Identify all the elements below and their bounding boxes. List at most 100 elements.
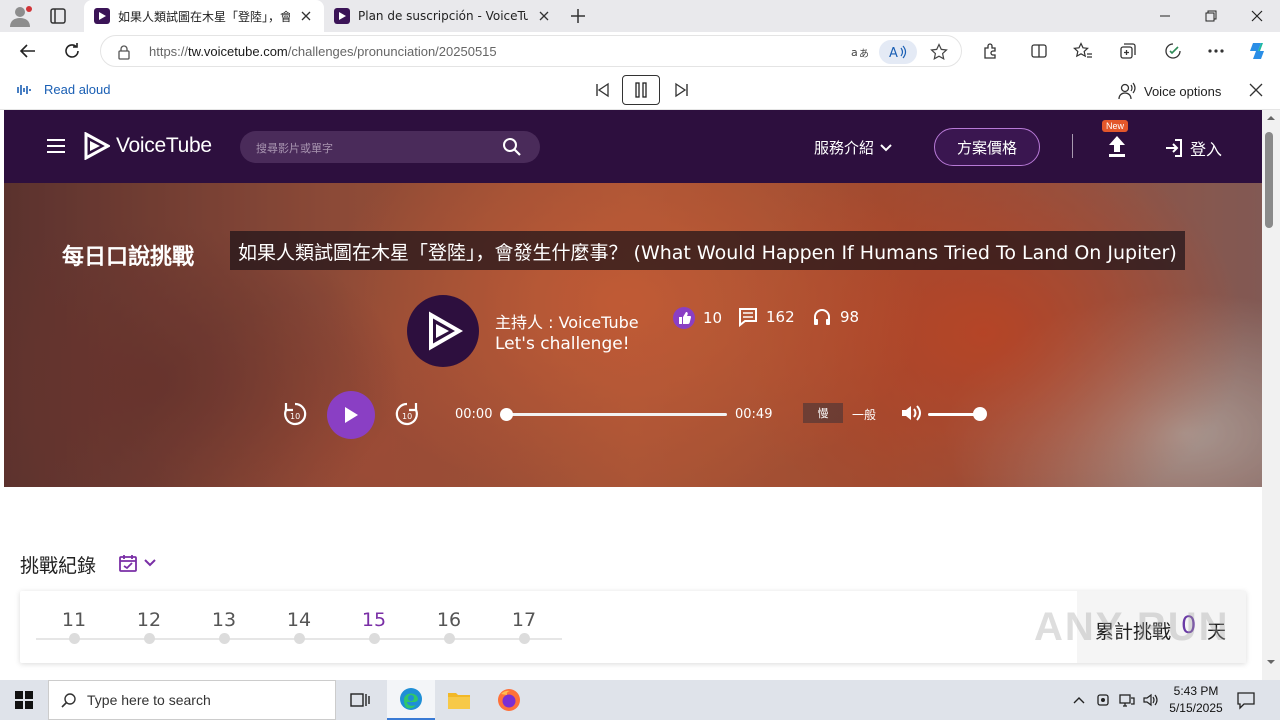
svg-text:10: 10 — [402, 412, 412, 421]
volume-icon[interactable] — [900, 402, 922, 424]
collections-icon[interactable] — [1113, 37, 1143, 65]
day-label[interactable]: 15 — [354, 609, 394, 631]
close-read-aloud-icon[interactable] — [1242, 76, 1270, 104]
minimize-icon[interactable] — [1142, 0, 1188, 32]
security-tray-icon[interactable] — [1094, 691, 1112, 709]
back-icon[interactable] — [13, 37, 43, 65]
upload-icon[interactable] — [1106, 134, 1128, 160]
new-tab-icon[interactable] — [568, 6, 590, 26]
play-icon — [345, 407, 358, 423]
network-icon[interactable] — [1118, 691, 1136, 709]
day-status-dot — [368, 633, 380, 644]
comment-count[interactable]: 162 — [738, 307, 795, 327]
restore-icon[interactable] — [1188, 0, 1234, 32]
next-paragraph-icon[interactable] — [668, 76, 696, 104]
day-status-dot — [218, 633, 230, 644]
svg-text:A: A — [889, 46, 898, 60]
speed-slow-button[interactable]: 慢 — [803, 403, 843, 423]
voicetube-logo[interactable]: VoiceTube — [84, 132, 212, 160]
chevron-down-icon — [144, 559, 156, 567]
more-options-icon[interactable] — [1201, 37, 1231, 65]
taskbar-search-input[interactable]: Type here to search — [48, 680, 336, 720]
play-button[interactable] — [327, 391, 375, 439]
browser-essentials-icon[interactable] — [1158, 37, 1188, 65]
progress-slider[interactable] — [500, 408, 727, 421]
host-name: 主持人 : VoiceTube — [495, 313, 639, 332]
listen-count-value: 98 — [840, 308, 860, 326]
translate-icon[interactable]: aあ — [847, 40, 871, 64]
menu-icon[interactable] — [46, 138, 66, 154]
page-scrollbar[interactable] — [1262, 110, 1280, 680]
previous-paragraph-icon[interactable] — [588, 76, 616, 104]
close-window-icon[interactable] — [1234, 0, 1280, 32]
windows-start-icon[interactable] — [0, 680, 48, 720]
search-placeholder: 搜尋影片或單字 — [256, 142, 333, 155]
day-label[interactable]: 14 — [279, 609, 319, 631]
services-menu[interactable]: 服務介紹 — [814, 137, 892, 158]
clock-date: 5/15/2025 — [1169, 701, 1223, 715]
day-label[interactable]: 11 — [54, 609, 94, 631]
voicetube-favicon — [94, 8, 110, 24]
svg-text:あ: あ — [859, 48, 868, 60]
favorite-star-icon[interactable] — [927, 40, 951, 64]
services-label: 服務介紹 — [814, 139, 875, 157]
like-count[interactable]: 10 — [673, 307, 722, 329]
plan-pricing-button[interactable]: 方案價格 — [934, 128, 1040, 166]
site-search-input[interactable]: 搜尋影片或單字 — [240, 131, 540, 163]
login-button[interactable]: 登入 — [1164, 136, 1222, 160]
system-clock[interactable]: 5:43 PM 5/15/2025 — [1162, 683, 1230, 717]
progress-handle[interactable] — [500, 408, 513, 421]
headphones-icon — [814, 309, 830, 325]
read-aloud-indicator: Read aloud — [16, 82, 111, 97]
tab-actions-icon[interactable] — [48, 6, 70, 26]
file-explorer-icon[interactable] — [435, 680, 483, 720]
day-label[interactable]: 13 — [204, 609, 244, 631]
site-header: VoiceTube 搜尋影片或單字 服務介紹 方案價格 New 登入 — [4, 110, 1262, 183]
read-aloud-icon[interactable]: A — [879, 40, 917, 64]
duration: 00:49 — [735, 407, 773, 422]
lock-icon[interactable] — [117, 44, 131, 60]
voicetube-favicon — [334, 8, 350, 24]
tab-plan-subscription[interactable]: Plan de suscripción - VoiceTube / — [324, 0, 562, 32]
search-icon[interactable] — [502, 137, 522, 157]
url-text[interactable]: https://tw.voicetube.com/challenges/pron… — [149, 44, 497, 59]
extensions-icon[interactable] — [976, 37, 1006, 65]
close-tab-icon[interactable] — [298, 8, 314, 24]
day-status-dot — [443, 633, 455, 644]
calendar-dropdown[interactable] — [118, 553, 156, 573]
day-label[interactable]: 16 — [429, 609, 469, 631]
refresh-icon[interactable] — [57, 37, 87, 65]
scrollbar-thumb[interactable] — [1265, 132, 1273, 228]
tab-voicetube-challenge[interactable]: 如果人類試圖在木星「登陸」，會發生什麼事？ — [84, 0, 324, 32]
day-status-dot — [68, 633, 80, 644]
day-label[interactable]: 17 — [504, 609, 544, 631]
listen-count: 98 — [812, 307, 859, 327]
url-path: /challenges/pronunciation/20250515 — [287, 44, 497, 59]
calendar-check-icon — [119, 555, 137, 572]
profile-icon[interactable] — [8, 4, 34, 28]
firefox-icon[interactable] — [485, 680, 533, 720]
search-icon — [61, 693, 76, 708]
forward-10-icon[interactable]: 10 — [393, 400, 421, 428]
browser-tab-strip: 如果人類試圖在木星「登陸」，會發生什麼事？ Plan de suscripció… — [0, 0, 1280, 32]
scroll-down-icon[interactable] — [1262, 656, 1280, 668]
task-view-icon[interactable] — [336, 680, 384, 720]
rewind-10-icon[interactable]: 10 — [281, 400, 309, 428]
pause-button[interactable] — [622, 75, 660, 105]
volume-tray-icon[interactable] — [1142, 691, 1160, 709]
notification-dot — [26, 6, 32, 12]
like-count-value: 10 — [703, 309, 723, 327]
notifications-icon[interactable] — [1236, 690, 1258, 710]
voice-options-button[interactable]: Voice options — [1118, 82, 1221, 100]
volume-handle[interactable] — [973, 407, 987, 421]
edge-taskbar-icon[interactable] — [387, 680, 435, 720]
copilot-icon[interactable] — [1243, 37, 1273, 65]
address-bar[interactable]: https://tw.voicetube.com/challenges/pron… — [100, 35, 962, 67]
day-label[interactable]: 12 — [129, 609, 169, 631]
favorites-icon[interactable] — [1068, 37, 1098, 65]
show-hidden-icons-icon[interactable] — [1070, 691, 1088, 709]
scroll-up-icon[interactable] — [1262, 112, 1280, 124]
close-tab-icon[interactable] — [536, 8, 552, 24]
split-screen-icon[interactable] — [1024, 37, 1054, 65]
speed-normal-button[interactable]: 一般 — [852, 406, 876, 423]
